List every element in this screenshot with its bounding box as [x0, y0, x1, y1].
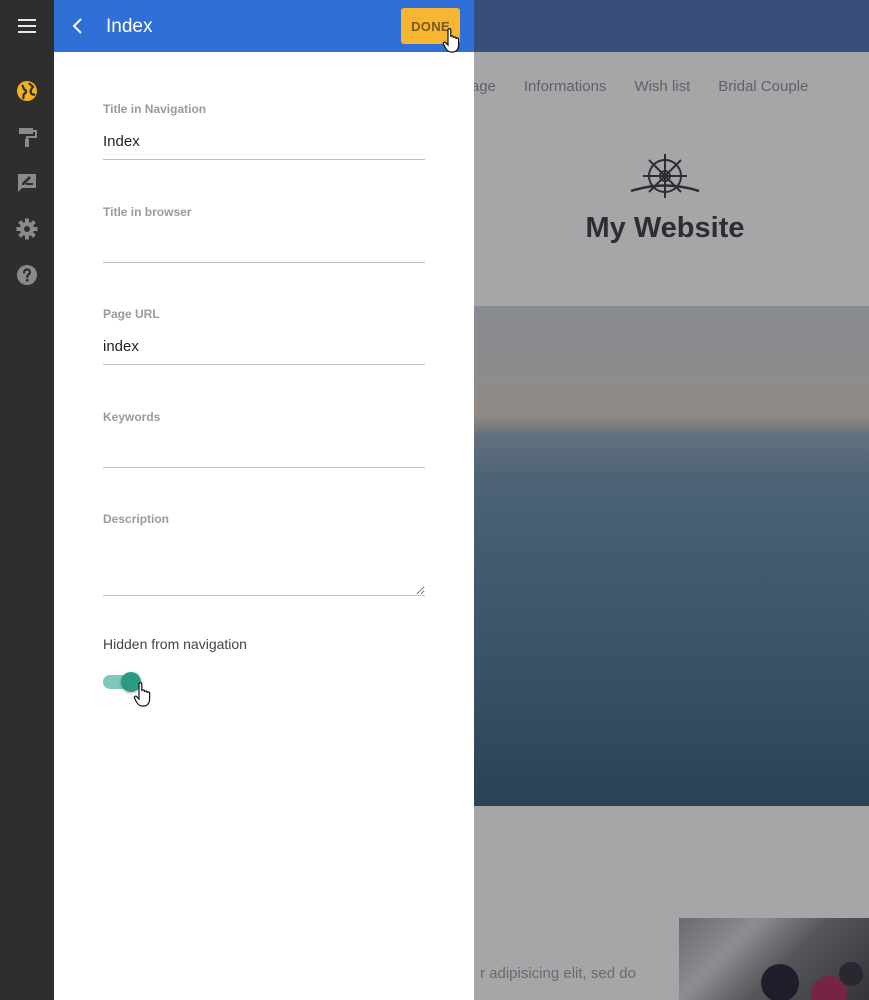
page-url-label: Page URL [103, 307, 160, 321]
menu-button[interactable] [0, 0, 54, 52]
paint-roller-icon[interactable] [15, 125, 39, 149]
hamburger-menu-icon [18, 19, 36, 33]
browser-title-field: Title in browser [103, 205, 425, 263]
description-textarea[interactable] [103, 538, 425, 596]
gear-icon[interactable] [15, 217, 39, 241]
page-url-input[interactable] [103, 335, 425, 365]
keywords-label: Keywords [103, 410, 161, 424]
description-label: Description [103, 512, 170, 526]
browser-title-input[interactable] [103, 233, 425, 263]
panel-header: Index DONE [54, 0, 474, 52]
back-arrow-icon[interactable] [66, 14, 90, 38]
page-url-field: Page URL [103, 307, 425, 365]
keywords-field: Keywords [103, 410, 425, 468]
nav-title-label: Title in Navigation [103, 102, 207, 116]
keywords-input[interactable] [103, 438, 425, 468]
page-settings-panel: Index DONE Title in Navigation Title in … [54, 0, 474, 1000]
done-button[interactable]: DONE [401, 8, 460, 44]
hidden-from-navigation-label: Hidden from navigation [103, 636, 247, 652]
sidebar-rail [0, 0, 54, 1000]
panel-title: Index [106, 16, 153, 37]
nav-title-field: Title in Navigation [103, 102, 425, 160]
edit-comment-icon[interactable] [15, 171, 39, 195]
hidden-from-navigation-toggle[interactable] [103, 672, 141, 692]
description-field: Description [103, 512, 425, 596]
browser-title-label: Title in browser [103, 205, 192, 219]
help-icon[interactable] [15, 263, 39, 287]
globe-icon[interactable] [15, 79, 39, 103]
toggle-knob [121, 672, 141, 692]
nav-title-input[interactable] [103, 130, 425, 160]
